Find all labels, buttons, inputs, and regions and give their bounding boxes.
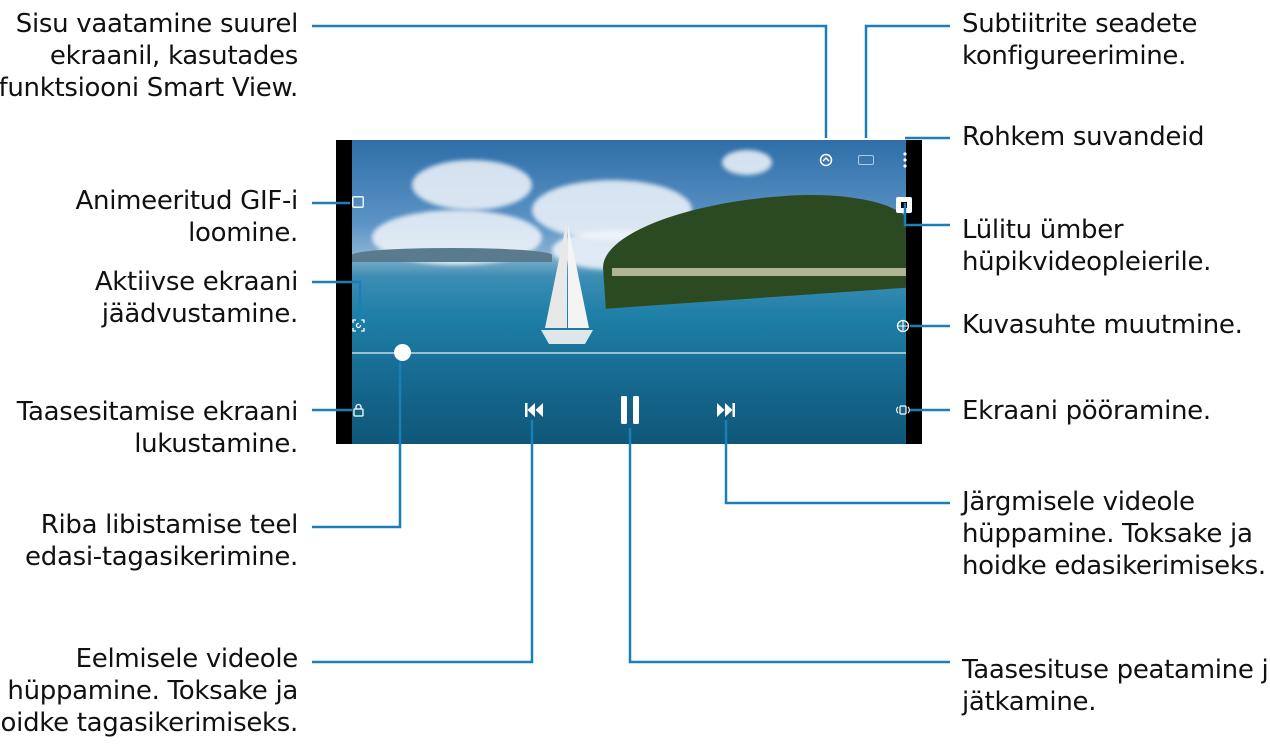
callout-subtitles: Subtiitrite seadete konfigureerimine.: [962, 9, 1198, 71]
popup-player-icon[interactable]: [896, 197, 912, 213]
line-previous: [312, 420, 534, 664]
callout-more-options: Rohkem suvandeid: [962, 122, 1205, 152]
cloud: [412, 160, 532, 210]
capture-icon[interactable]: [350, 317, 366, 333]
sailboat: [541, 220, 593, 344]
video-player[interactable]: [336, 140, 922, 444]
smart-view-icon[interactable]: [816, 150, 836, 170]
rotate-icon[interactable]: [894, 402, 912, 418]
cloud: [722, 150, 772, 175]
callout-previous: Eelmisele videole hüppamine. Toksake ja …: [0, 644, 298, 738]
callout-next: Järgmisele videole hüppamine. Toksake ja…: [962, 487, 1266, 581]
callout-popup: Lülitu ümber hüpikvideopleierile.: [962, 215, 1212, 277]
callout-pause: Taasesituse peatamine ja jätkamine.: [962, 655, 1270, 717]
next-icon[interactable]: [716, 402, 736, 420]
ratio-icon[interactable]: [894, 318, 912, 334]
beach: [612, 268, 906, 276]
callout-lock: Taasesitamise ekraani lukustamine.: [16, 397, 299, 459]
seek-thumb[interactable]: [393, 344, 411, 361]
callout-rotate: Ekraani pööramine.: [962, 396, 1211, 426]
callout-smart-view: Sisu vaatamine suurel ekraanil, kasutade…: [0, 9, 298, 103]
pause-icon[interactable]: [620, 395, 640, 425]
callout-gif: Animeeritud GIF-i loomine.: [75, 186, 299, 248]
callout-ratio: Kuvasuhte muutmine.: [962, 310, 1243, 340]
callout-capture: Aktiivse ekraani jäädvustamine.: [94, 267, 298, 329]
line-pause: [628, 428, 950, 664]
lock-icon[interactable]: [350, 402, 366, 418]
more-options-icon[interactable]: [899, 148, 911, 172]
previous-icon[interactable]: [524, 402, 544, 420]
line-smart-view: [312, 24, 828, 138]
callout-seek: Riba libistamise teel edasi-tagasikerimi…: [25, 510, 298, 572]
gif-icon[interactable]: [350, 194, 366, 210]
distant-mountains: [352, 248, 552, 262]
subtitles-icon[interactable]: [856, 152, 876, 168]
seek-bar[interactable]: [352, 352, 906, 354]
line-subtitles: [864, 24, 950, 138]
